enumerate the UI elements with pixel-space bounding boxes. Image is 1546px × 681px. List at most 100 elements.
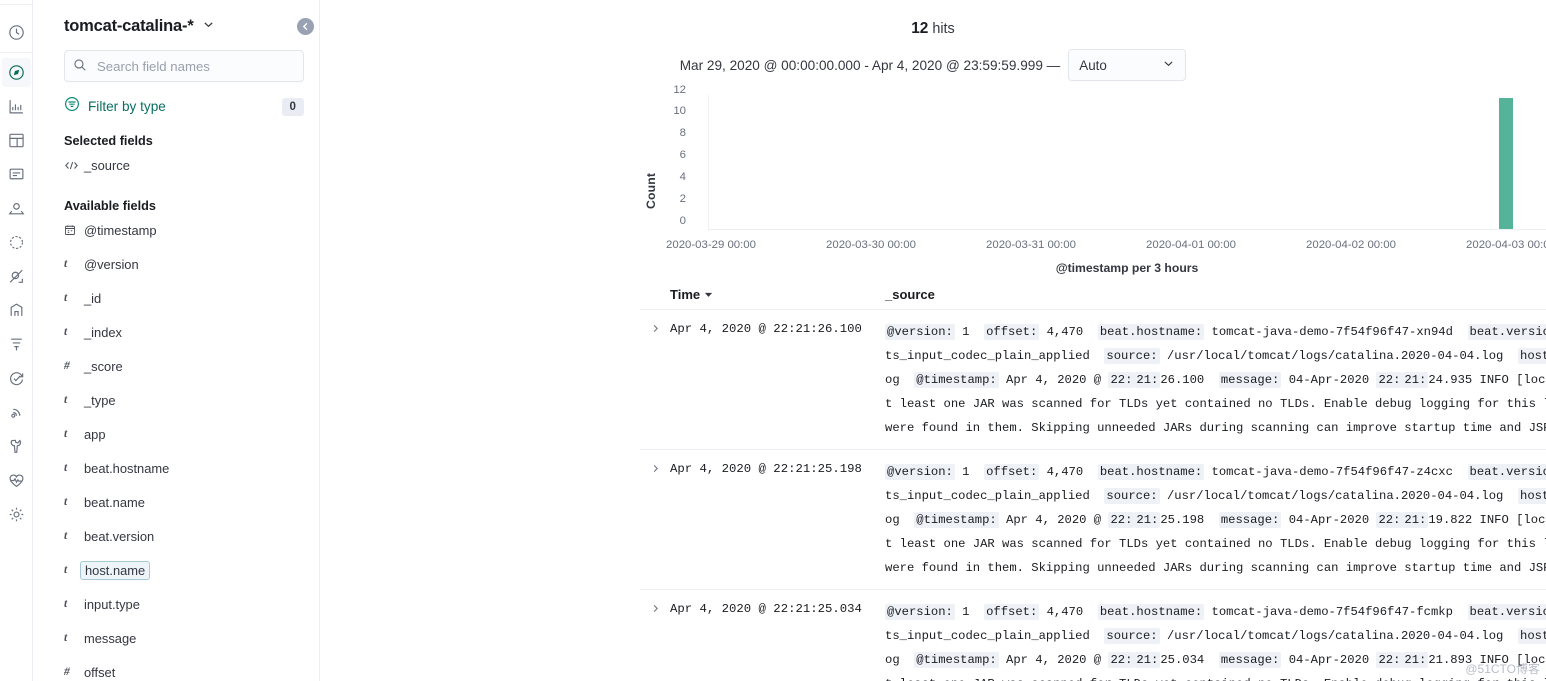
filter-by-type-label: Filter by type [88,99,166,114]
global-nav-rail [0,0,33,681]
source-field-key: source: [1104,488,1160,504]
dashboard-icon[interactable] [2,126,31,155]
machine-learning-icon[interactable] [2,262,31,291]
histogram-bar[interactable] [1498,98,1514,229]
source-line: @version: 1 offset: 4,470 beat.hostname:… [885,320,1546,344]
source-field-key: @timestamp: [914,512,999,528]
field-item-timestamp[interactable]: @timestamp [51,213,301,247]
source-line: og @timestamp: Apr 4, 2020 @ 22: 21: 25.19… [885,512,1546,528]
field-item-beat-hostname[interactable]: t beat.hostname [51,451,301,485]
source-field-key: beat.hostname: [1097,604,1205,620]
uptime-icon[interactable] [2,364,31,393]
selected-fields-list: _source [51,148,301,182]
source-line: t least one JAR was scanned for TLDs yet… [885,397,1546,411]
expand-row-button[interactable] [640,600,670,681]
field-type-string-icon: t [64,394,68,406]
y-tick: 8 [679,127,686,139]
field-item-app[interactable]: t app [51,417,301,451]
source-field-key: message: [1218,652,1282,668]
dev-tools-icon[interactable] [2,432,31,461]
hits-count: 12 [911,20,929,37]
index-pattern-title: tomcat-catalina-* [64,17,194,35]
source-field-key: 21: [1402,372,1429,388]
field-item-_source[interactable]: _source [51,148,301,182]
infrastructure-icon[interactable] [2,296,31,325]
field-type-string-icon: t [64,428,68,440]
field-type-number-icon: # [64,666,70,678]
field-type-string-icon: t [64,462,68,474]
management-icon[interactable] [2,500,31,529]
graph-icon[interactable] [2,228,31,257]
x-tick: 2020-03-31 00:00 [986,239,1076,251]
table-row[interactable]: Apr 4, 2020 @ 22:21:26.100 @version: 1 o… [640,310,1546,450]
table-row[interactable]: Apr 4, 2020 @ 22:21:25.198 @version: 1 o… [640,450,1546,590]
discover-icon[interactable] [1,58,31,87]
field-item-beat-version[interactable]: t beat.version [51,519,301,553]
index-pattern-selector[interactable]: tomcat-catalina-* [51,17,301,36]
field-item-id[interactable]: t _id [51,281,301,315]
maps-icon[interactable] [2,194,31,223]
source-field-key: @timestamp: [914,652,999,668]
source-line: ts_input_codec_plain_applied source: /us… [885,624,1546,648]
apm-icon[interactable] [2,398,31,427]
interval-value: Auto [1079,57,1107,73]
source-field-key: 21: [1402,652,1429,668]
source-line: were found in them. Skipping unneeded JA… [885,561,1546,575]
source-line: og @timestamp: Apr 4, 2020 @ 22: 21: 26.10… [885,372,1546,388]
field-name: host.name [80,560,151,580]
field-type-string-icon: t [64,326,68,338]
field-item-score[interactable]: # _score [51,349,301,383]
logs-icon[interactable] [2,330,31,359]
available-fields-list: @timestamp t @version t _id t _index # _… [51,213,301,681]
field-item-message[interactable]: t message [51,621,301,655]
source-field-key: host.name: [1518,348,1546,364]
source-field-key: beat.version: [1467,324,1546,340]
field-name: _source [84,157,130,173]
y-tick: 2 [679,193,686,205]
field-item-type[interactable]: t _type [51,383,301,417]
field-item-offset[interactable]: # offset [51,655,301,681]
source-field-key: source: [1104,348,1160,364]
y-tick: 0 [679,215,686,227]
canvas-icon[interactable] [2,160,31,189]
field-type-source-icon [64,160,84,171]
source-field-key: 21: [1134,512,1161,528]
field-type-string-icon: t [64,632,68,644]
row-source: @version: 1 offset: 4,470 beat.hostname:… [885,320,1546,440]
source-field-key: 22: [1108,512,1135,528]
source-line: were found in them. Skipping unneeded JA… [885,421,1546,435]
field-type-string-icon: t [64,598,68,610]
field-item-input-type[interactable]: t input.type [51,587,301,621]
x-tick: 2020-03-29 00:00 [666,239,756,251]
kibana-discover-page: tomcat-catalina-* Filter by type 0 Selec… [0,0,1546,681]
selected-fields-heading: Selected fields [64,134,153,148]
source-line: og @timestamp: Apr 4, 2020 @ 22: 21: 25.03… [885,652,1546,668]
search-input[interactable] [64,50,304,82]
time-column-header[interactable]: Time [670,287,885,302]
visualize-icon[interactable] [2,92,31,121]
time-range-row: Mar 29, 2020 @ 00:00:00.000 - Apr 4, 202… [320,49,1546,81]
field-name: @timestamp [84,222,157,238]
recently-viewed-icon[interactable] [0,18,33,53]
source-field-key: 21: [1134,372,1161,388]
source-column-header[interactable]: _source [885,287,1546,302]
expand-row-button[interactable] [640,320,670,440]
monitoring-icon[interactable] [2,466,31,495]
chart-plot-area[interactable] [708,95,1546,230]
collapse-sidebar-button[interactable] [297,18,314,35]
field-name: _score [84,358,123,374]
source-line: t least one JAR was scanned for TLDs yet… [885,672,1546,681]
row-source: @version: 1 offset: 4,470 beat.hostname:… [885,460,1546,580]
expand-row-button[interactable] [640,460,670,580]
field-item-beat-name[interactable]: t beat.name [51,485,301,519]
search-icon [73,58,87,77]
field-item-version[interactable]: t @version [51,247,301,281]
chevron-down-icon [1162,57,1175,73]
filter-by-type-button[interactable]: Filter by type 0 [64,96,304,117]
field-item-host-name[interactable]: t host.name [51,553,301,587]
field-item-index[interactable]: t _index [51,315,301,349]
table-row[interactable]: Apr 4, 2020 @ 22:21:25.034 @version: 1 o… [640,590,1546,681]
interval-select[interactable]: Auto [1068,49,1187,81]
row-timestamp: Apr 4, 2020 @ 22:21:26.100 [670,322,862,336]
y-tick: 4 [679,171,686,183]
